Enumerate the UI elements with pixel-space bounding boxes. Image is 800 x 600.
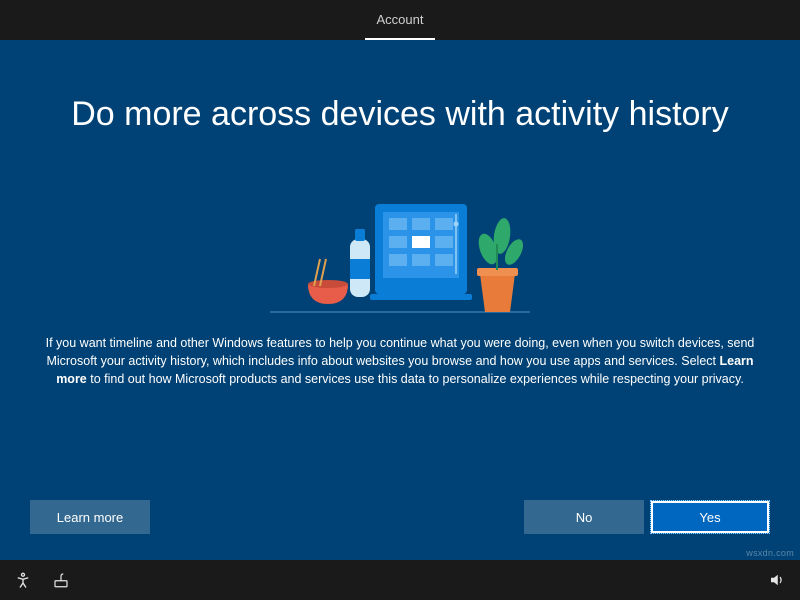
volume-icon[interactable] — [768, 571, 786, 589]
button-row: Learn more No Yes — [30, 500, 770, 534]
yes-button[interactable]: Yes — [650, 500, 770, 534]
no-button[interactable]: No — [524, 500, 644, 534]
page-title: Do more across devices with activity his… — [71, 95, 729, 134]
body-text: If you want timeline and other Windows f… — [40, 334, 760, 388]
bottombar — [0, 560, 800, 600]
body-text-post: to find out how Microsoft products and s… — [87, 372, 744, 386]
ease-of-access-icon[interactable] — [14, 571, 32, 589]
topbar: Account — [0, 0, 800, 40]
main-panel: Do more across devices with activity his… — [0, 40, 800, 560]
tab-account[interactable]: Account — [365, 0, 436, 40]
keyboard-layout-icon[interactable] — [52, 571, 70, 589]
right-button-group: No Yes — [524, 500, 770, 534]
learn-more-button[interactable]: Learn more — [30, 500, 150, 534]
watermark: wsxdn.com — [746, 548, 794, 558]
body-text-pre: If you want timeline and other Windows f… — [46, 336, 755, 368]
activity-history-illustration — [270, 164, 530, 314]
